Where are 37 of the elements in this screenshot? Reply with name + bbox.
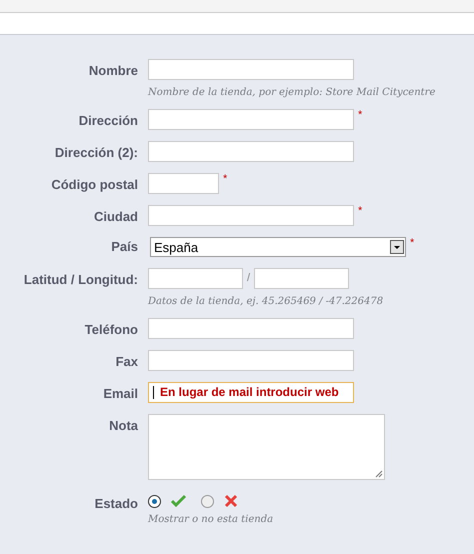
country-dropdown[interactable]: España bbox=[150, 237, 406, 257]
radio-button[interactable] bbox=[148, 494, 161, 508]
field-hint: Nombre de la tienda, por ejemplo: Store Mail Citycentre bbox=[148, 87, 436, 98]
resize-grip-icon bbox=[375, 470, 383, 478]
longitude-field[interactable] bbox=[254, 268, 350, 289]
separator-slash: / bbox=[246, 271, 252, 284]
field-label: Ciudad bbox=[92, 208, 139, 224]
radio-button[interactable] bbox=[201, 494, 214, 508]
required-asterisk: * bbox=[222, 173, 228, 185]
note-textarea[interactable] bbox=[148, 414, 385, 480]
cross-icon bbox=[224, 494, 238, 508]
text-field[interactable] bbox=[148, 350, 354, 371]
field-label: Email bbox=[102, 385, 139, 401]
required-asterisk: * bbox=[357, 205, 362, 217]
field-label: Latitud / Longitud: bbox=[22, 271, 139, 287]
latitude-field[interactable] bbox=[148, 268, 243, 289]
text-field[interactable]: En lugar de mail introducir web bbox=[148, 382, 354, 403]
text-field[interactable] bbox=[148, 141, 354, 162]
field-label: Dirección (2): bbox=[54, 144, 139, 160]
text-field[interactable] bbox=[148, 173, 219, 194]
field-hint: Mostrar o no esta tienda bbox=[148, 514, 274, 525]
required-asterisk: * bbox=[409, 237, 414, 249]
text-field[interactable] bbox=[148, 59, 354, 80]
field-label: Código postal bbox=[50, 176, 139, 192]
field-label: Fax bbox=[114, 353, 139, 369]
text-field[interactable] bbox=[148, 318, 354, 339]
required-asterisk: * bbox=[357, 109, 362, 121]
field-hint: Datos de la tienda, ej. 45.265469 / -47.226478 bbox=[148, 296, 384, 307]
text-field[interactable] bbox=[148, 109, 354, 130]
field-label: Nota bbox=[108, 417, 139, 433]
field-label: Nombre bbox=[88, 62, 139, 78]
text-field[interactable] bbox=[148, 205, 354, 226]
checkmark-icon bbox=[171, 494, 187, 508]
field-label: Dirección bbox=[78, 112, 139, 128]
field-label: País bbox=[110, 238, 139, 254]
field-label: Teléfono bbox=[84, 321, 139, 337]
field-label: Estado bbox=[94, 495, 139, 511]
